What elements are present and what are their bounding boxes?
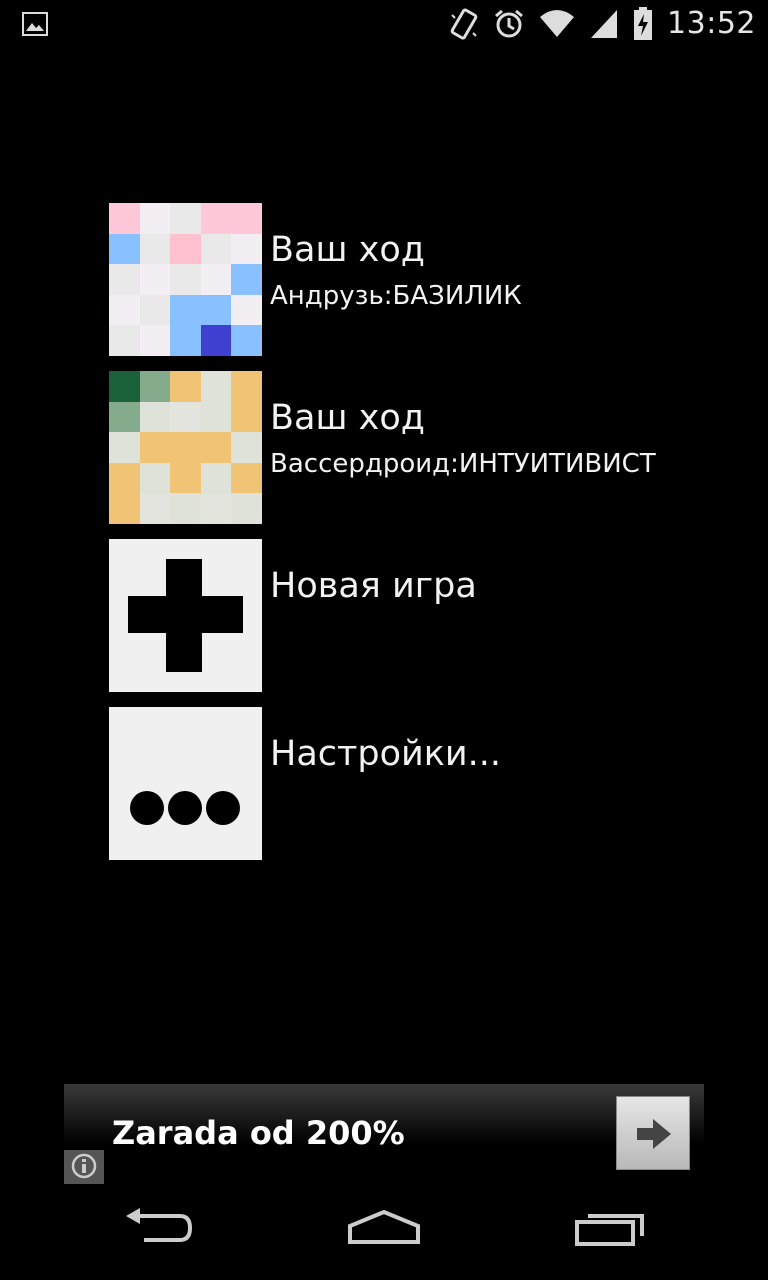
board-cell: [139, 203, 171, 234]
ad-info-button[interactable]: [64, 1150, 104, 1184]
arrow-right-icon: [637, 1119, 671, 1149]
vibrate-icon: [449, 7, 479, 41]
info-icon: [71, 1153, 97, 1179]
settings-label: Настройки...: [270, 734, 502, 774]
plus-icon: [109, 539, 262, 692]
board-cell: [200, 371, 232, 402]
game-item-1[interactable]: Ваш ход Андрузь:БАЗИЛИК: [109, 203, 749, 356]
game-item-2[interactable]: Ваш ход Вассердроид:ИНТУИТИВИСТ: [109, 371, 749, 524]
board-cell: [231, 233, 262, 265]
board-cell: [200, 325, 232, 356]
board-cell: [170, 432, 201, 463]
recent-apps-icon[interactable]: [574, 1208, 646, 1252]
board-cell: [170, 493, 201, 524]
ad-text: Zarada od 200%: [112, 1114, 405, 1152]
board-cell: [170, 203, 201, 234]
board-cell: [200, 462, 232, 494]
board-cell: [200, 233, 232, 265]
game-board-thumbnail: [109, 371, 262, 524]
board-cell: [139, 233, 171, 265]
more-icon: [109, 707, 262, 860]
settings-item[interactable]: Настройки...: [109, 707, 749, 860]
board-cell: [231, 294, 262, 326]
board-cell: [200, 493, 232, 524]
board-cell: [231, 401, 262, 433]
board-cell: [109, 432, 140, 463]
board-cell: [231, 462, 262, 494]
board-cell: [231, 325, 262, 356]
game-status: Ваш ход: [270, 398, 425, 438]
board-cell: [109, 203, 140, 234]
board-cell: [109, 233, 140, 265]
board-cell: [109, 371, 140, 402]
new-game-label: Новая игра: [270, 566, 477, 606]
board-cell: [139, 325, 171, 356]
board-cell: [200, 432, 232, 463]
ad-arrow-button[interactable]: [616, 1096, 690, 1170]
board-cell: [170, 264, 201, 295]
board-cell: [109, 493, 140, 524]
board-cell: [109, 401, 140, 433]
board-cell: [139, 371, 171, 402]
wifi-icon: [539, 9, 575, 39]
board-cell: [231, 493, 262, 524]
home-icon[interactable]: [347, 1208, 421, 1252]
new-game-item[interactable]: Новая игра: [109, 539, 749, 692]
board-cell: [231, 203, 262, 234]
board-cell: [139, 401, 171, 433]
battery-charging-icon: [633, 6, 653, 41]
board-cell: [200, 401, 232, 433]
signal-icon: [589, 8, 619, 40]
board-cell: [170, 462, 201, 494]
board-cell: [139, 432, 171, 463]
board-cell: [139, 462, 171, 494]
status-bar: 13:52: [0, 0, 768, 50]
board-cell: [109, 264, 140, 295]
board-cell: [170, 371, 201, 402]
board-cell: [139, 493, 171, 524]
board-cell: [109, 462, 140, 494]
game-opponent: Вассердроид:ИНТУИТИВИСТ: [270, 449, 656, 479]
board-cell: [231, 371, 262, 402]
gallery-icon: [22, 12, 48, 40]
board-cell: [200, 264, 232, 295]
status-time: 13:52: [667, 6, 756, 41]
game-board-thumbnail: [109, 203, 262, 356]
ad-banner[interactable]: Zarada od 200%: [64, 1084, 704, 1184]
board-cell: [200, 294, 232, 326]
games-list: Ваш ход Андрузь:БАЗИЛИК Ваш ход Вассердр…: [109, 203, 749, 875]
alarm-icon: [493, 8, 525, 40]
board-cell: [139, 294, 171, 326]
board-cell: [231, 432, 262, 463]
board-cell: [139, 264, 171, 295]
board-cell: [200, 203, 232, 234]
board-cell: [170, 294, 201, 326]
board-cell: [170, 233, 201, 265]
board-cell: [231, 264, 262, 295]
back-icon[interactable]: [124, 1208, 194, 1252]
game-status: Ваш ход: [270, 230, 425, 270]
game-opponent: Андрузь:БАЗИЛИК: [270, 281, 522, 311]
navigation-bar: [0, 1188, 768, 1280]
board-cell: [109, 294, 140, 326]
board-cell: [170, 401, 201, 433]
board-cell: [109, 325, 140, 356]
board-cell: [170, 325, 201, 356]
